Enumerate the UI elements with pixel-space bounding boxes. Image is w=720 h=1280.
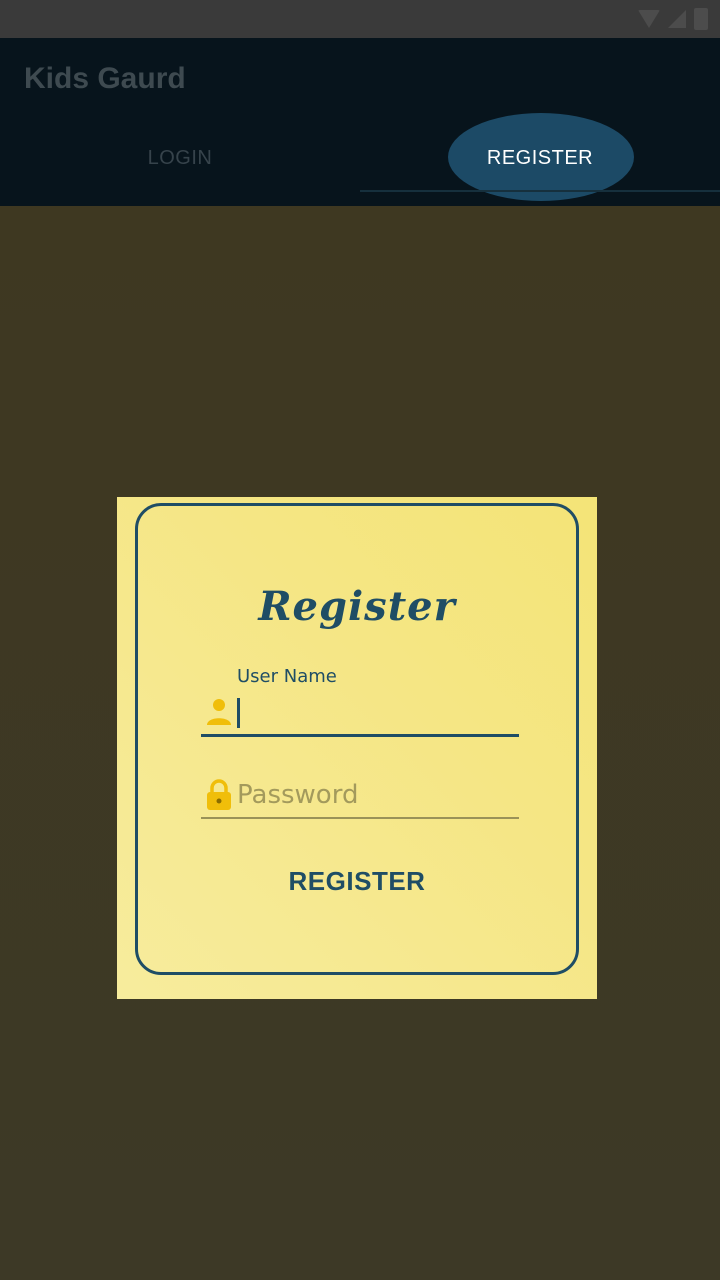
app-bar: Kids Gaurd LOGIN REGISTER [0,38,720,206]
password-field[interactable] [201,777,519,819]
person-icon [207,699,231,725]
status-icons [638,8,708,30]
tab-register[interactable]: REGISTER [360,113,720,201]
tab-register-label: REGISTER [486,146,594,169]
username-field[interactable] [201,694,519,737]
battery-icon [694,8,708,30]
app-title: Kids Gaurd [24,62,186,95]
password-input[interactable] [237,777,517,813]
tab-indicator [360,190,720,192]
username-label: User Name [237,666,337,687]
lock-icon [207,779,231,810]
username-input[interactable] [237,694,517,730]
register-title: Register [258,583,456,630]
register-button[interactable]: REGISTER [257,857,457,905]
tab-login[interactable]: LOGIN [0,118,360,198]
signal-icon [668,10,686,28]
tab-login-label: LOGIN [147,146,213,169]
tab-bar: LOGIN REGISTER [0,113,720,206]
register-dialog: Register User Name REGISTER [117,497,597,999]
wifi-icon [638,10,660,28]
status-bar [0,0,720,38]
